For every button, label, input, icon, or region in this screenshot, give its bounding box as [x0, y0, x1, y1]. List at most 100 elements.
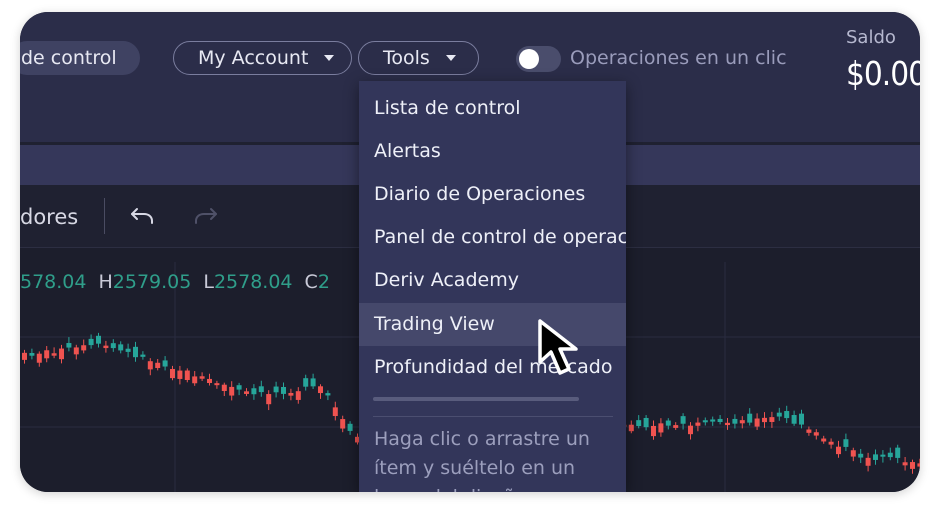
one-click-trading-label: Operaciones en un clic — [570, 47, 787, 69]
my-account-label: My Account — [198, 47, 309, 69]
tab-control-panel[interactable]: de control — [20, 41, 140, 75]
undo-icon[interactable] — [128, 202, 156, 230]
candle — [806, 429, 812, 433]
candle — [628, 424, 634, 432]
candle — [688, 425, 693, 435]
redo-icon[interactable] — [192, 202, 220, 230]
candle — [340, 419, 346, 429]
candle — [784, 411, 790, 419]
candle — [273, 386, 279, 393]
candle — [902, 462, 908, 466]
candle — [118, 344, 124, 351]
candle — [133, 346, 138, 358]
candle — [162, 360, 168, 367]
mouse-pointer-icon — [538, 319, 578, 375]
candle — [836, 446, 841, 455]
one-click-trading-toggle[interactable] — [516, 46, 561, 72]
candle — [791, 415, 797, 424]
menu-scrollbar[interactable] — [373, 397, 579, 401]
indicators-button[interactable]: dores — [20, 205, 78, 229]
candle — [754, 418, 760, 427]
menu-item-alerts[interactable]: Alertas — [359, 130, 626, 173]
toggle-knob — [519, 49, 539, 69]
candle — [325, 393, 331, 396]
candle — [303, 378, 309, 387]
candle — [251, 388, 257, 395]
candle — [59, 348, 64, 360]
candle — [762, 417, 767, 423]
candle — [88, 338, 94, 346]
candle — [821, 438, 827, 442]
candle — [229, 386, 235, 396]
menu-divider — [373, 416, 613, 417]
candle — [347, 423, 353, 431]
candle — [776, 412, 782, 417]
candle — [177, 370, 183, 379]
candle — [680, 416, 686, 424]
candle — [673, 425, 679, 428]
candle — [266, 394, 272, 405]
ohlc-low-key: L — [203, 271, 214, 293]
candle — [769, 417, 775, 422]
ohlc-high: 2579.05 — [112, 271, 192, 293]
candle — [244, 391, 249, 394]
candle — [147, 361, 153, 370]
candle — [295, 391, 301, 400]
candle — [725, 422, 730, 426]
menu-hint-text: Haga clic o arrastre un ítem y suéltelo … — [374, 428, 590, 492]
candle — [51, 353, 57, 356]
menu-item-watchlist[interactable]: Lista de control — [359, 87, 626, 130]
candle — [110, 343, 116, 349]
candle — [695, 422, 701, 426]
ohlc-high-key: H — [98, 271, 113, 293]
toolbar-divider — [104, 198, 105, 234]
candle — [799, 413, 804, 425]
candle — [288, 392, 294, 396]
candle — [873, 454, 878, 460]
candle — [73, 347, 79, 355]
candle — [658, 423, 664, 433]
candle — [170, 368, 175, 379]
candle — [125, 348, 131, 352]
candle — [36, 353, 42, 363]
candle — [828, 441, 834, 445]
candle — [850, 450, 856, 457]
balance-value: $0.00 — [846, 54, 920, 93]
menu-item-trading-dashboard[interactable]: Panel de control de operac — [359, 216, 626, 259]
candle — [813, 432, 819, 436]
candle — [155, 362, 161, 369]
candle — [739, 420, 745, 424]
candle — [843, 439, 849, 447]
candle — [103, 345, 109, 349]
candle — [318, 386, 323, 394]
candle — [895, 447, 901, 458]
candle — [717, 418, 723, 423]
my-account-dropdown[interactable]: My Account — [173, 41, 352, 75]
app-window: de control My Account Tools Operaciones … — [20, 12, 920, 492]
candle — [44, 350, 50, 359]
balance-label: Saldo — [846, 27, 896, 48]
ohlc-close: 2 — [317, 271, 330, 293]
candle — [665, 420, 671, 426]
tools-label: Tools — [383, 47, 430, 69]
tools-menu: Lista de control Alertas Diario de Opera… — [359, 81, 626, 492]
tab-control-panel-label: de control — [21, 47, 117, 69]
candle — [214, 383, 220, 386]
ohlc-close-key: C — [304, 271, 318, 293]
candle — [22, 352, 27, 360]
candle — [332, 407, 338, 417]
candle — [880, 454, 886, 457]
candle — [917, 463, 920, 467]
candle — [184, 370, 190, 380]
candle — [643, 417, 649, 428]
candle — [732, 418, 738, 424]
menu-item-deriv-academy[interactable]: Deriv Academy — [359, 259, 626, 302]
menu-item-trading-journal[interactable]: Diario de Operaciones — [359, 173, 626, 216]
candle — [636, 420, 642, 427]
candle — [221, 384, 227, 392]
candle — [865, 457, 871, 466]
chevron-down-icon — [324, 55, 335, 61]
tools-dropdown[interactable]: Tools — [358, 41, 479, 75]
candle — [66, 343, 72, 348]
candle — [29, 353, 35, 356]
